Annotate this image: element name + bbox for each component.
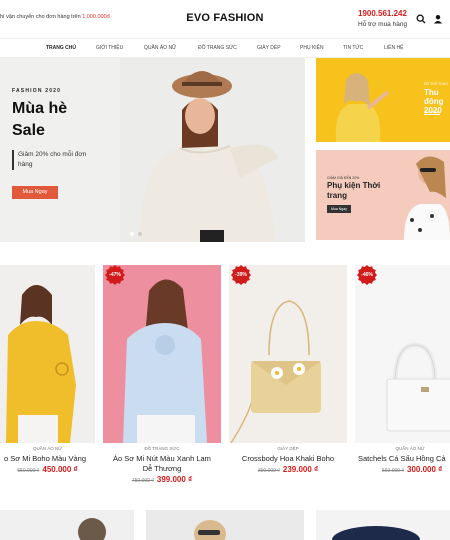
banner1-shop-link[interactable]: Mua Ngay [424, 110, 440, 115]
hero-shop-button[interactable]: Mua Ngay [12, 186, 58, 199]
product-category[interactable]: ĐỒ TRANG SỨC [122, 446, 202, 451]
banner1-kicker: ĐỒ THỂ THAO [424, 82, 448, 86]
product-price: 750.000 ₫ 399.000 ₫ [103, 475, 221, 484]
search-icon[interactable] [416, 14, 426, 24]
product-category[interactable]: QUẦN ÁO NỮ [20, 446, 75, 451]
product-price: 650.000 ₫ 450.000 ₫ [0, 465, 95, 474]
nav-item-shoes[interactable]: GIÀY DÉP [257, 45, 281, 51]
product-name[interactable]: Crossbody Hoa Khaki Boho [229, 453, 347, 464]
product-card[interactable] [146, 510, 304, 540]
product-name[interactable]: Satchels Cá Sấu Hồng Cả [358, 453, 450, 464]
product-image [194, 520, 226, 540]
product-category[interactable]: QUẦN ÁO NỮ [380, 446, 440, 451]
product-name[interactable]: o Sơ Mi Boho Màu Vàng [0, 453, 95, 464]
product-sale-price: 399.000 ₫ [156, 475, 193, 484]
slider-dot[interactable] [138, 232, 142, 236]
product-sale-price: 300.000 ₫ [407, 465, 443, 474]
product-old-price: 560.000 ₫ [382, 468, 405, 474]
product-price: 560.000 ₫ 300.000 ₫ [360, 465, 450, 474]
banner-autumn-winter[interactable]: ĐỒ THỂ THAO Thu đông 2020 Mua Ngay [316, 58, 450, 142]
user-icon[interactable] [433, 14, 443, 24]
product-card[interactable] [103, 265, 221, 443]
nav-item-accessories[interactable]: PHỤ KIỆN [300, 45, 324, 51]
nav-item-home[interactable]: TRANG CHỦ [46, 45, 76, 51]
top-header: hí vận chuyển cho đơn hàng trên 1.000.00… [0, 0, 450, 38]
product-name-line2[interactable]: Dễ Thương [100, 463, 224, 474]
hero-model-image [120, 58, 305, 242]
product-sale-price: 450.000 ₫ [42, 465, 78, 474]
banner2-kicker: GIẢM GIÁ ĐẾN 20% [327, 176, 360, 180]
product-price: 390.000 ₫ 239.000 ₫ [229, 465, 347, 474]
hero-subtitle: Giảm 20% cho mỗi đơn hàng [12, 150, 92, 170]
product-image [6, 285, 76, 443]
slider-dot-active[interactable] [130, 232, 134, 236]
hero-title: Mùa hè Sale [12, 100, 68, 139]
main-nav: TRANG CHỦ GIỚI THIỆU QUẦN ÁO NỮ ĐỒ TRANG… [0, 38, 450, 58]
banner2-title: Phụ kiện Thời trang [327, 181, 381, 200]
product-card[interactable] [355, 265, 450, 443]
product-image [332, 526, 420, 540]
product-category[interactable]: GIÀY DÉP [258, 446, 318, 451]
product-image [78, 518, 106, 540]
nav-item-about[interactable]: GIỚI THIỆU [96, 45, 123, 51]
nav-item-contact[interactable]: LIÊN HỆ [384, 45, 403, 51]
product-card[interactable] [316, 510, 450, 540]
banner2-shop-button[interactable]: Mua Ngay [327, 205, 351, 213]
nav-item-womens-clothing[interactable]: QUẦN ÁO NỮ [144, 45, 176, 51]
hotline-number[interactable]: 1900.561.242 [358, 9, 407, 18]
product-image [386, 342, 450, 432]
product-old-price: 750.000 ₫ [131, 478, 154, 484]
hero-slider[interactable]: FASHION 2020 Mùa hè Sale Giảm 20% cho mỗ… [0, 58, 305, 242]
product-old-price: 390.000 ₫ [257, 468, 280, 474]
product-image [230, 300, 321, 443]
nav-item-news[interactable]: TIN TỨC [343, 45, 363, 51]
hero-kicker: FASHION 2020 [12, 88, 62, 94]
product-card[interactable] [0, 510, 134, 540]
product-card[interactable] [0, 265, 95, 443]
nav-item-jewelry[interactable]: ĐỒ TRANG SỨC [198, 45, 237, 51]
support-label: Hỗ trợ mua hàng [358, 21, 408, 28]
product-sale-price: 239.000 ₫ [282, 465, 319, 474]
product-old-price: 650.000 ₫ [17, 468, 40, 474]
banner-accessories[interactable]: GIẢM GIÁ ĐẾN 20% Phụ kiện Thời trang Mua… [316, 150, 450, 240]
product-image [123, 279, 207, 443]
product-card[interactable] [229, 265, 347, 443]
